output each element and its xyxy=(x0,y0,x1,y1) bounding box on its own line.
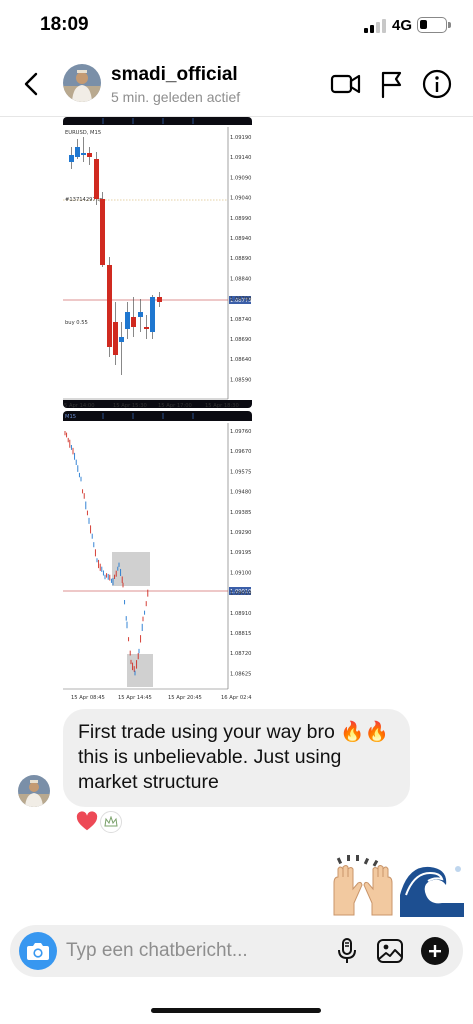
price-tick-label: 1.09040 xyxy=(230,196,251,202)
candle-body xyxy=(107,265,112,347)
add-button[interactable] xyxy=(421,937,449,965)
price-tick-label: 1.08840 xyxy=(230,276,251,282)
price-tick-label: 1.08910 xyxy=(230,611,251,617)
network-type: 4G xyxy=(392,17,413,34)
battery-icon xyxy=(417,17,451,33)
candle-body xyxy=(87,153,92,157)
price-tick-label: 1.08740 xyxy=(230,317,251,323)
time-tick-label: 5 Apr 14:00 xyxy=(64,403,95,408)
price-tick-label: 1.08990 xyxy=(230,216,251,222)
price-tick-label: 1.09010 xyxy=(230,591,251,597)
sender-avatar[interactable] xyxy=(18,775,50,807)
camera-button[interactable] xyxy=(19,932,57,970)
time-tick-label: 15 Apr 18:30 xyxy=(205,403,239,408)
activity-status: 5 min. geleden actief xyxy=(111,89,241,105)
time-tick-label: 15 Apr 14:45 xyxy=(118,695,152,701)
price-tick-label: 1.09190 xyxy=(230,135,251,141)
chat-header: smadi_official 5 min. geleden actief xyxy=(0,50,473,117)
message-composer xyxy=(10,925,463,977)
video-call-icon[interactable] xyxy=(330,68,362,100)
candle-body xyxy=(69,155,74,162)
time-tick-label: 15 Apr 08:45 xyxy=(71,695,105,701)
crown-icon xyxy=(100,811,122,833)
time-tick-label: 15 Apr 15:30 xyxy=(113,403,147,408)
status-bar: 18:09 4G xyxy=(0,0,473,50)
price-tick-label: 1.08890 xyxy=(230,256,251,262)
signal-strength-icon xyxy=(364,19,386,33)
candle-body xyxy=(131,317,136,327)
price-tick-label: 1.09100 xyxy=(230,570,251,576)
price-tick-label: 1.09290 xyxy=(230,530,251,536)
price-tick-label: 1.08690 xyxy=(230,337,251,343)
status-time: 18:09 xyxy=(40,14,89,35)
price-tick-label: 1.09760 xyxy=(230,429,251,435)
candle-body xyxy=(75,147,80,157)
sent-emoji-message[interactable] xyxy=(330,855,466,917)
camera-icon xyxy=(27,943,49,960)
price-tick-label: 1.09385 xyxy=(230,510,251,516)
message-reactions[interactable] xyxy=(76,811,122,833)
candle-body xyxy=(157,297,162,302)
price-tick-label: 1.09140 xyxy=(230,155,251,161)
message-input[interactable] xyxy=(66,937,326,965)
price-tick-label: 1.08590 xyxy=(230,377,251,383)
price-tick-label: 1.09195 xyxy=(230,550,251,556)
flag-icon[interactable] xyxy=(376,68,408,100)
price-tick-label: 1.08815 xyxy=(230,631,251,637)
price-tick-label: 1.09090 xyxy=(230,175,251,181)
chart-screenshot-1[interactable]: EURUSD, M15 #13714297 tp buy 0.55 1.0877… xyxy=(63,117,252,408)
chart1-symbol: EURUSD, M15 xyxy=(65,130,101,136)
candle-body xyxy=(144,327,149,329)
price-tick-label: 1.08790 xyxy=(230,297,251,303)
time-tick-label: 16 Apr 02:4 xyxy=(221,695,252,701)
candle-body xyxy=(94,159,99,199)
back-chevron-icon[interactable] xyxy=(18,70,46,98)
message-bubble[interactable]: First trade using your way bro 🔥🔥 this i… xyxy=(63,709,410,807)
price-tick-label: 1.09670 xyxy=(230,449,251,455)
avatar[interactable] xyxy=(63,64,101,102)
candle-body xyxy=(138,312,143,317)
microphone-icon[interactable] xyxy=(333,937,361,965)
candle-body xyxy=(125,312,130,329)
price-tick-label: 1.08625 xyxy=(230,671,251,677)
candle-body xyxy=(113,322,118,355)
time-tick-label: 15 Apr 17:00 xyxy=(158,403,192,408)
candle-body xyxy=(150,297,155,332)
chat-username[interactable]: smadi_official xyxy=(111,64,238,86)
info-icon[interactable] xyxy=(421,68,453,100)
candle-body xyxy=(100,199,105,265)
price-tick-label: 1.08940 xyxy=(230,236,251,242)
price-tick-label: 1.09480 xyxy=(230,490,251,496)
chart1-buy-label: buy 0.55 xyxy=(65,320,88,326)
time-tick-label: 15 Apr 20:45 xyxy=(168,695,202,701)
candle-body xyxy=(119,337,124,342)
raised-hands-icon xyxy=(333,855,393,916)
chart2-symbol: M15 xyxy=(65,414,76,420)
wave-icon xyxy=(400,861,465,917)
plus-icon xyxy=(429,945,441,957)
price-tick-label: 1.09575 xyxy=(230,469,251,475)
home-indicator xyxy=(151,1008,321,1013)
price-tick-label: 1.08640 xyxy=(230,357,251,363)
heart-icon xyxy=(76,811,98,831)
candle-body xyxy=(81,153,86,155)
message-text: First trade using your way bro 🔥🔥 this i… xyxy=(78,721,389,793)
price-tick-label: 1.08720 xyxy=(230,651,251,657)
gallery-icon[interactable] xyxy=(376,937,404,965)
chart-screenshot-2[interactable]: M15 1.09010 1.09760 1.09670 1.09575 1.09480… xyxy=(63,411,252,705)
